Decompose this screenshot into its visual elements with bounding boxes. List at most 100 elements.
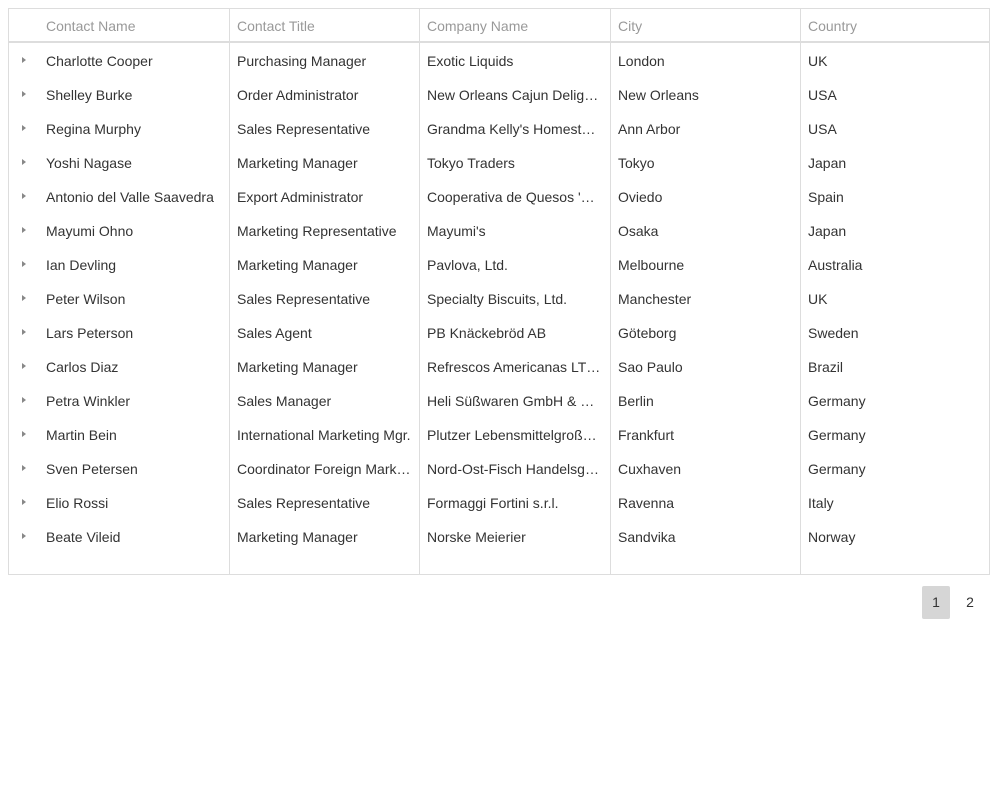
city-cell: London: [618, 53, 665, 69]
expand-row-icon[interactable]: [17, 520, 33, 554]
country-cell: Italy: [808, 495, 834, 511]
contact-name-cell: Lars Peterson: [46, 325, 134, 341]
expand-row-icon[interactable]: [17, 78, 33, 112]
expand-row-icon[interactable]: [17, 146, 33, 180]
expand-row-icon[interactable]: [17, 316, 33, 350]
country-cell: Japan: [808, 155, 847, 171]
company-name-cell: Tokyo Traders: [427, 155, 515, 171]
city-cell: Oviedo: [618, 189, 663, 205]
contact-title-cell: Coordinator Foreign Markets: [237, 461, 412, 477]
contact-name-cell: Martin Bein: [46, 427, 117, 443]
contact-title-cell: International Marketing Mgr.: [237, 427, 411, 443]
city-cell: Tokyo: [618, 155, 655, 171]
contact-name-cell: Shelley Burke: [46, 87, 133, 103]
city-cell: Berlin: [618, 393, 654, 409]
contact-title-cell: Marketing Manager: [237, 257, 358, 273]
table-row[interactable]: Petra Winkler Sales Manager Heli Süßwaren …: [9, 384, 989, 418]
city-cell: Göteborg: [618, 325, 677, 341]
country-cell: Japan: [808, 223, 847, 239]
city-cell: Manchester: [618, 291, 692, 307]
country-cell: Germany: [808, 393, 866, 409]
company-name-cell: PB Knäckebröd AB: [427, 325, 547, 341]
expand-row-icon[interactable]: [17, 486, 33, 520]
column-header-country[interactable]: Country: [808, 9, 983, 43]
contact-title-cell: Sales Agent: [237, 325, 312, 341]
contact-title-cell: Marketing Manager: [237, 155, 358, 171]
table-row[interactable]: Beate Vileid Marketing Manager Norske Meie…: [9, 520, 989, 554]
expand-row-icon[interactable]: [17, 248, 33, 282]
column-header-city[interactable]: City: [618, 9, 793, 43]
country-cell: Brazil: [808, 359, 844, 375]
contact-title-cell: Order Administrator: [237, 87, 359, 103]
page-button-1[interactable]: 1: [922, 586, 950, 619]
city-cell: Osaka: [618, 223, 659, 239]
expand-row-icon[interactable]: [17, 180, 33, 214]
expand-row-icon[interactable]: [17, 384, 33, 418]
contact-title-cell: Marketing Manager: [237, 529, 358, 545]
contact-title-cell: Sales Representative: [237, 495, 371, 511]
table-row[interactable]: Yoshi Nagase Marketing Manager Tokyo Trade…: [9, 146, 989, 180]
table-row[interactable]: Regina Murphy Sales Representative Grandma…: [9, 112, 989, 146]
expand-row-icon[interactable]: [17, 350, 33, 384]
column-header-contact-name[interactable]: Contact Name: [46, 9, 226, 43]
contact-name-cell: Peter Wilson: [46, 291, 126, 307]
company-name-cell: Plutzer Lebensmittelgroßmärkte AG: [427, 427, 602, 443]
table-row[interactable]: Mayumi Ohno Marketing Representative Mayum…: [9, 214, 989, 248]
page-button-2[interactable]: 2: [956, 586, 984, 619]
expand-row-icon[interactable]: [17, 282, 33, 316]
company-name-cell: New Orleans Cajun Delights: [427, 87, 602, 103]
country-cell: USA: [808, 87, 837, 103]
contact-title-cell: Marketing Representative: [237, 223, 397, 239]
country-cell: Germany: [808, 461, 866, 477]
country-cell: Germany: [808, 427, 866, 443]
city-cell: Sao Paulo: [618, 359, 683, 375]
contact-title-cell: Export Administrator: [237, 189, 364, 205]
contact-name-cell: Beate Vileid: [46, 529, 121, 545]
table-row[interactable]: Sven Petersen Coordinator Foreign Markets…: [9, 452, 989, 486]
table-row[interactable]: Peter Wilson Sales Representative Specialt…: [9, 282, 989, 316]
company-name-cell: Norske Meierier: [427, 529, 526, 545]
company-name-cell: Nord-Ost-Fisch Handelsgesellschaft mbH: [427, 461, 602, 477]
company-name-cell: Mayumi's: [427, 223, 486, 239]
table-row[interactable]: Charlotte Cooper Purchasing Manager Exotic…: [9, 44, 989, 78]
expand-row-icon[interactable]: [17, 418, 33, 452]
city-cell: Ann Arbor: [618, 121, 681, 137]
contact-title-cell: Marketing Manager: [237, 359, 358, 375]
table-row[interactable]: Carlos Diaz Marketing Manager Refrescos Am…: [9, 350, 989, 384]
city-cell: Sandvika: [618, 529, 676, 545]
grid-body: Charlotte Cooper Purchasing Manager Exotic…: [9, 44, 989, 554]
data-grid: Contact Name Contact Title Company Name …: [8, 8, 990, 575]
table-row[interactable]: Lars Peterson Sales Agent PB Knäckebröd AB…: [9, 316, 989, 350]
table-row[interactable]: Martin Bein International Marketing Mgr. P…: [9, 418, 989, 452]
table-row[interactable]: Elio Rossi Sales Representative Formaggi F…: [9, 486, 989, 520]
city-cell: Ravenna: [618, 495, 675, 511]
contact-name-cell: Petra Winkler: [46, 393, 131, 409]
company-name-cell: Specialty Biscuits, Ltd.: [427, 291, 568, 307]
company-name-cell: Grandma Kelly's Homestead: [427, 121, 602, 137]
country-cell: Spain: [808, 189, 844, 205]
country-cell: UK: [808, 291, 828, 307]
contact-name-cell: Mayumi Ohno: [46, 223, 134, 239]
expand-row-icon[interactable]: [17, 44, 33, 78]
expand-row-icon[interactable]: [17, 452, 33, 486]
expand-row-icon[interactable]: [17, 112, 33, 146]
contact-title-cell: Sales Representative: [237, 121, 371, 137]
city-cell: Cuxhaven: [618, 461, 682, 477]
table-row[interactable]: Shelley Burke Order Administrator New Orle…: [9, 78, 989, 112]
country-cell: USA: [808, 121, 837, 137]
column-header-company-name[interactable]: Company Name: [427, 9, 602, 43]
contact-title-cell: Sales Representative: [237, 291, 371, 307]
expand-row-icon[interactable]: [17, 214, 33, 248]
contact-title-cell: Purchasing Manager: [237, 53, 367, 69]
country-cell: Norway: [808, 529, 856, 545]
column-header-contact-title[interactable]: Contact Title: [237, 9, 412, 43]
contact-name-cell: Yoshi Nagase: [46, 155, 132, 171]
table-row[interactable]: Ian Devling Marketing Manager Pavlova, Ltd…: [9, 248, 989, 282]
company-name-cell: Exotic Liquids: [427, 53, 514, 69]
table-row[interactable]: Antonio del Valle Saavedra Export Adminis…: [9, 180, 989, 214]
company-name-cell: Heli Süßwaren GmbH & Co. KG: [427, 393, 602, 409]
company-name-cell: Cooperativa de Quesos 'Las Cabras': [427, 189, 602, 205]
contact-name-cell: Elio Rossi: [46, 495, 109, 511]
contact-name-cell: Antonio del Valle Saavedra: [46, 189, 214, 205]
city-cell: New Orleans: [618, 87, 699, 103]
